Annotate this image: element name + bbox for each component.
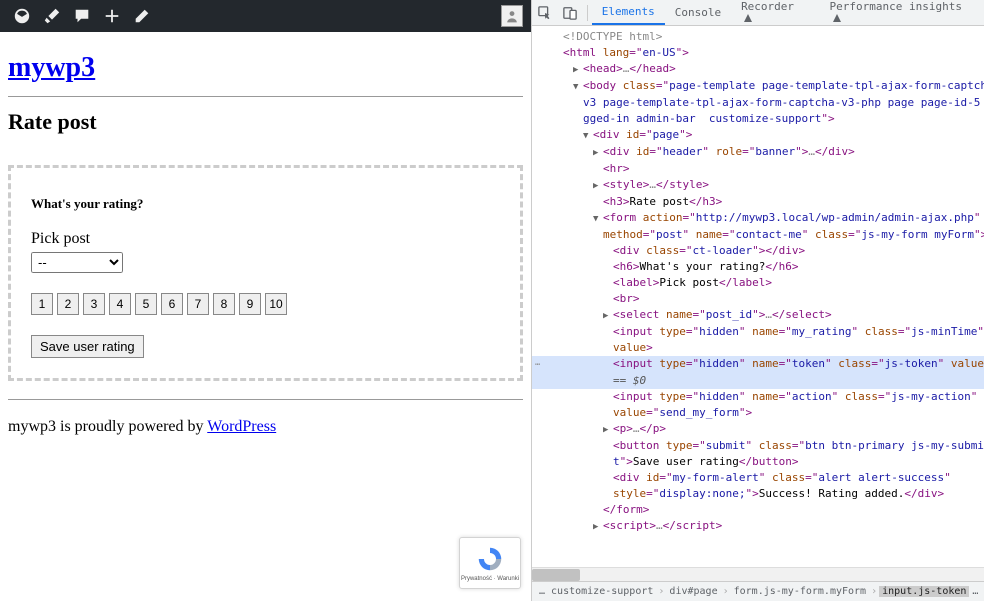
rating-8[interactable]: 8	[213, 293, 235, 315]
dom-tree[interactable]: <!DOCTYPE html> <html lang="en-US"> ▶<he…	[532, 26, 984, 567]
avatar[interactable]	[501, 5, 523, 27]
site-preview: mywp3 Rate post What's your rating? Pick…	[0, 0, 532, 601]
rating-1[interactable]: 1	[31, 293, 53, 315]
footer-credit: mywp3 is proudly powered by WordPress	[8, 418, 523, 436]
divider	[8, 96, 523, 97]
rating-10[interactable]: 10	[265, 293, 287, 315]
devtools-header: Elements Console Recorder Performance in…	[532, 0, 984, 26]
comment-icon[interactable]	[68, 3, 96, 29]
device-toggle-icon[interactable]	[557, 0, 582, 26]
rating-6[interactable]: 6	[161, 293, 183, 315]
dom-breadcrumb[interactable]: … customize-support› div#page› form.js-m…	[532, 581, 984, 601]
inspect-element-icon[interactable]	[532, 0, 557, 26]
pencil-icon[interactable]	[128, 3, 156, 29]
rating-7[interactable]: 7	[187, 293, 209, 315]
divider	[8, 399, 523, 400]
rating-2[interactable]: 2	[57, 293, 79, 315]
recaptcha-badge[interactable]: Prywatność · Warunki	[459, 537, 521, 589]
selected-dom-node[interactable]: ⋯<input type="hidden" name="token" class…	[532, 356, 984, 373]
rating-9[interactable]: 9	[239, 293, 261, 315]
post-select-label: Pick post	[31, 230, 500, 248]
rating-buttons: 1 2 3 4 5 6 7 8 9 10	[31, 293, 500, 315]
brush-icon[interactable]	[38, 3, 66, 29]
horizontal-scrollbar[interactable]	[532, 567, 984, 581]
rating-form: What's your rating? Pick post -- 1 2 3 4…	[8, 165, 523, 381]
rating-3[interactable]: 3	[83, 293, 105, 315]
site-title-link[interactable]: mywp3	[8, 52, 95, 83]
rating-5[interactable]: 5	[135, 293, 157, 315]
wp-admin-bar	[0, 0, 531, 32]
dashboard-icon[interactable]	[8, 3, 36, 29]
wordpress-link[interactable]: WordPress	[207, 418, 276, 435]
post-select[interactable]: --	[31, 252, 123, 273]
save-rating-button[interactable]: Save user rating	[31, 335, 144, 358]
plus-icon[interactable]	[98, 3, 126, 29]
tab-elements[interactable]: Elements	[592, 0, 665, 25]
form-question: What's your rating?	[31, 196, 500, 212]
devtools-panel: Elements Console Recorder Performance in…	[532, 0, 984, 601]
tab-console[interactable]: Console	[665, 1, 731, 24]
rating-4[interactable]: 4	[109, 293, 131, 315]
page-title: Rate post	[8, 109, 523, 135]
